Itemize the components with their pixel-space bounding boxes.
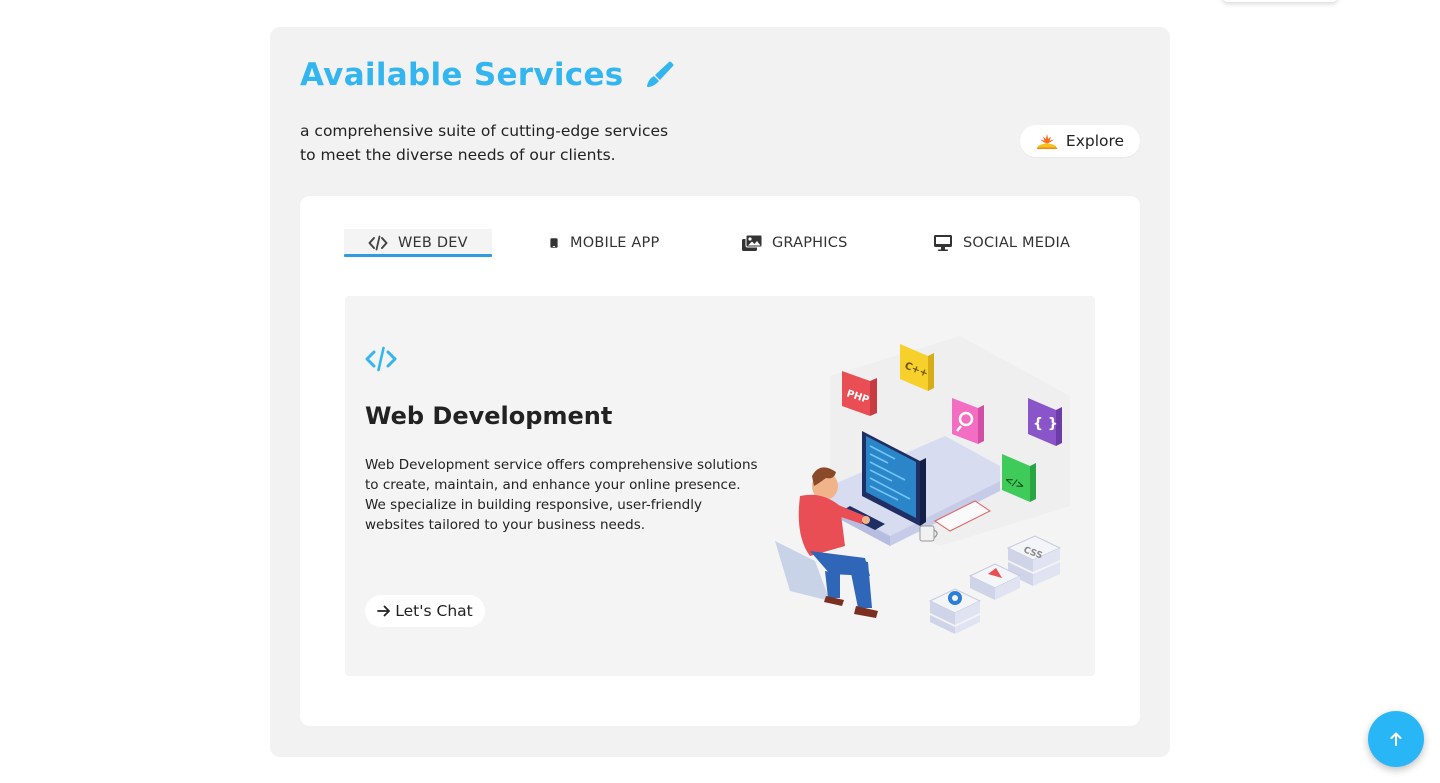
top-nav-pill	[1222, 0, 1338, 2]
images-icon	[742, 235, 762, 251]
subtitle-line-1: a comprehensive suite of cutting-edge se…	[300, 122, 669, 140]
subtitle-line-2: to meet the diverse needs of our clients…	[300, 146, 616, 164]
tab-web-dev[interactable]: WEB DEV	[344, 229, 492, 257]
tab-social-media[interactable]: SOCIAL MEDIA	[933, 229, 1070, 257]
arrow-up-icon	[1390, 732, 1402, 746]
tab-social-media-label: SOCIAL MEDIA	[963, 235, 1071, 251]
braces-badge: { }	[1033, 416, 1058, 432]
tab-graphics[interactable]: GRAPHICS	[742, 229, 848, 257]
explore-label: Explore	[1065, 132, 1125, 150]
service-tabs: WEB DEV MOBILE APP GRAPHICS SOCIAL MEDIA	[300, 229, 1140, 259]
service-description: Web Development service offers comprehen…	[365, 457, 758, 533]
explore-button[interactable]: Explore	[1020, 125, 1140, 157]
sparkle-icon	[1036, 134, 1057, 149]
tab-web-dev-label: WEB DEV	[398, 235, 468, 251]
lets-chat-label: Let's Chat	[395, 602, 473, 620]
tab-mobile-app[interactable]: MOBILE APP	[548, 229, 659, 257]
service-title: Web Development	[365, 402, 613, 430]
pen-icon	[646, 61, 674, 88]
services-section: Available Services a comprehensive suite…	[270, 27, 1170, 757]
code-icon	[365, 346, 397, 372]
active-tab-indicator	[344, 254, 492, 257]
lets-chat-button[interactable]: Let's Chat	[365, 595, 485, 627]
mobile-icon	[550, 238, 558, 248]
tab-graphics-label: GRAPHICS	[772, 235, 848, 251]
code-icon	[368, 235, 388, 251]
arrow-right-icon	[377, 605, 391, 617]
services-card: WEB DEV MOBILE APP GRAPHICS SOCIAL MEDIA…	[300, 196, 1140, 726]
web-development-illustration: PHP C++ { } </> CSS	[775, 336, 1070, 634]
tab-mobile-app-label: MOBILE APP	[570, 235, 660, 251]
desktop-icon	[934, 235, 952, 251]
scroll-to-top-button[interactable]	[1368, 711, 1424, 767]
title-row: Available Services	[300, 57, 676, 93]
service-panel: Web Development Web Development service …	[345, 296, 1095, 676]
page-title: Available Services	[300, 57, 624, 93]
section-subtitle: a comprehensive suite of cutting-edge se…	[300, 119, 720, 167]
